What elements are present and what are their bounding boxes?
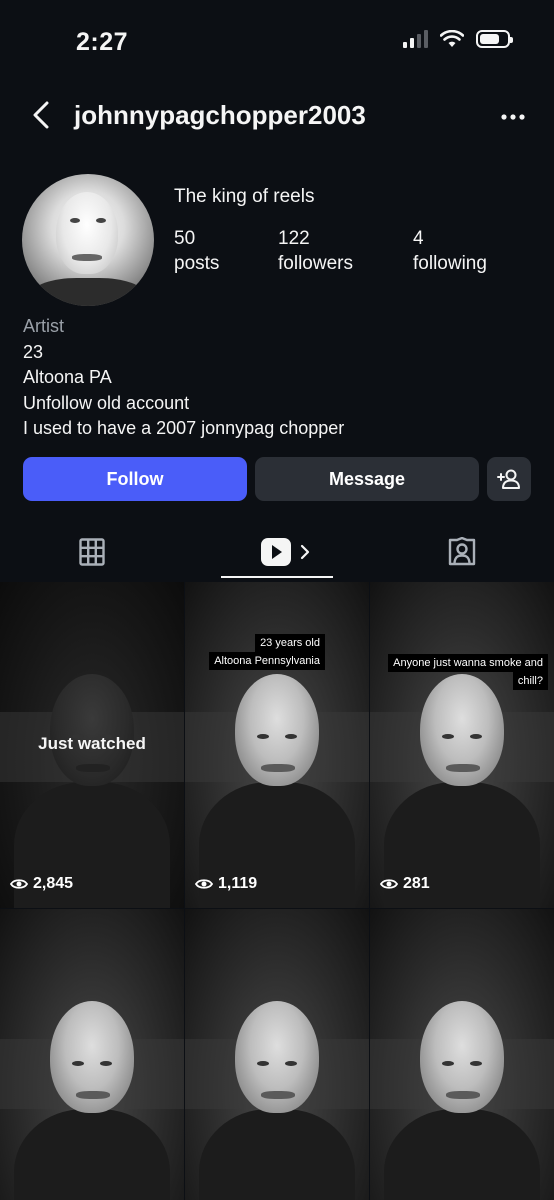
stat-posts-count: 50 [174, 228, 196, 249]
message-button[interactable]: Message [255, 457, 479, 501]
tab-tagged[interactable] [432, 528, 492, 576]
reel-caption-line: Anyone just wanna smoke and [388, 654, 548, 672]
status-icons [403, 30, 513, 48]
active-tab-indicator [221, 576, 333, 578]
stat-following-count: 4 [413, 228, 424, 249]
profile-header: johnnypagchopper2003 [0, 92, 554, 140]
profile-tabs [0, 528, 554, 580]
stat-followers[interactable]: 122 followers [278, 226, 353, 276]
bio-line: 23 [23, 341, 44, 362]
reel-caption-line: Altoona Pennsylvania [209, 652, 325, 670]
stat-posts[interactable]: 50 posts [174, 226, 219, 276]
stat-followers-label: followers [278, 253, 353, 274]
reel-thumbnail[interactable]: Just watched 2,845 [0, 582, 184, 908]
reel-thumbnail[interactable]: 23 years old Altoona Pennsylvania 1,119 [185, 582, 369, 908]
profile-display-name: The king of reels [174, 186, 315, 207]
bio-line: Unfollow old account [23, 392, 190, 413]
eye-icon [10, 879, 28, 889]
reel-view-count: 281 [403, 875, 430, 892]
reel-caption-line: chill? [512, 672, 548, 690]
status-bar: 2:27 [0, 0, 554, 80]
reel-views: 1,119 [195, 875, 257, 893]
suggested-accounts-button[interactable] [487, 457, 531, 501]
grid-icon [79, 538, 105, 566]
tab-reels[interactable] [250, 528, 322, 576]
reel-caption-line: 23 years old [255, 634, 325, 652]
stat-following-label: following [413, 253, 487, 274]
status-time: 2:27 [76, 28, 129, 56]
bio-line: Altoona PA [23, 367, 112, 387]
reels-play-icon [261, 538, 291, 566]
profile-category: Artist [23, 316, 65, 336]
reel-view-count: 2,845 [33, 875, 74, 892]
cellular-signal-icon [403, 30, 428, 48]
wifi-icon [440, 30, 464, 47]
stat-following[interactable]: 4 following [413, 226, 487, 276]
tab-posts-grid[interactable] [62, 528, 122, 576]
reel-thumbnail[interactable] [0, 909, 184, 1200]
chevron-left-icon [33, 101, 49, 129]
profile-bio: Artist 23 Altoona PA Unfollow old accoun… [23, 314, 344, 442]
more-horizontal-icon [501, 114, 525, 120]
eye-icon [195, 879, 213, 889]
reel-view-count: 1,119 [218, 875, 258, 892]
reel-thumbnail[interactable]: Anyone just wanna smoke and chill? 281 [370, 582, 554, 908]
just-watched-label: Just watched [38, 734, 146, 753]
follow-button[interactable]: Follow [23, 457, 247, 501]
reel-views: 2,845 [10, 875, 73, 893]
more-options-button[interactable] [496, 100, 530, 134]
stat-posts-label: posts [174, 253, 220, 274]
chevron-right-icon [300, 544, 310, 560]
stat-followers-count: 122 [278, 228, 310, 249]
reel-views: 281 [380, 875, 430, 893]
profile-username: johnnypagchopper2003 [74, 100, 366, 130]
add-person-icon [497, 469, 520, 489]
tagged-person-icon [448, 537, 476, 566]
bio-line: I used to have a 2007 jonnypag chopper [23, 418, 345, 438]
profile-avatar[interactable] [22, 174, 154, 306]
reel-thumbnail[interactable] [370, 909, 554, 1200]
reel-thumbnail[interactable] [185, 909, 369, 1200]
back-button[interactable] [24, 98, 58, 132]
battery-icon [476, 30, 513, 48]
eye-icon [380, 879, 398, 889]
